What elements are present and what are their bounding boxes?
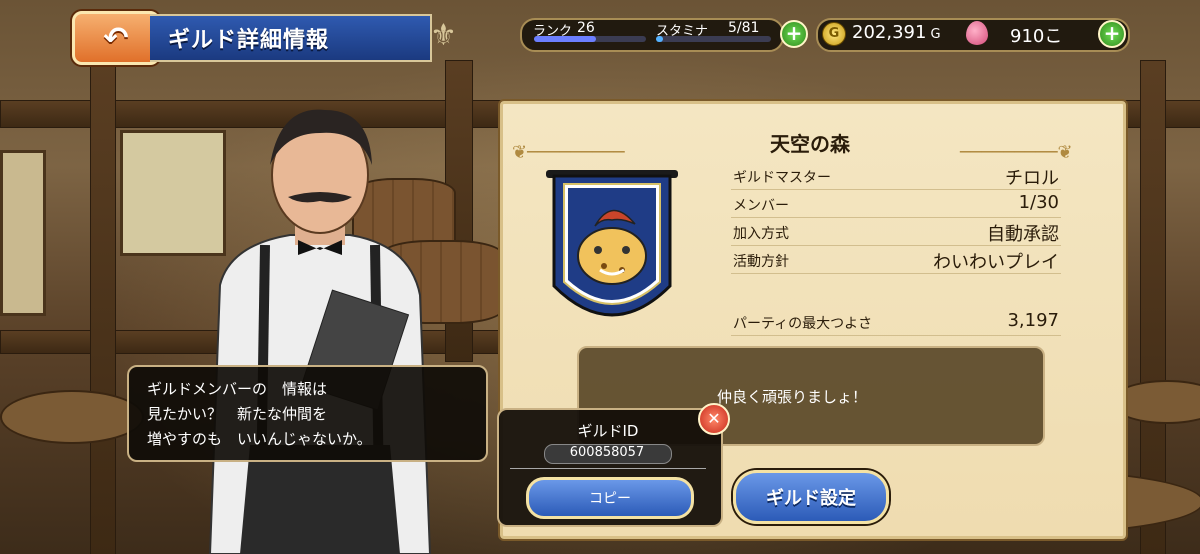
gem-icon (966, 21, 988, 45)
members-value: 1/30 (1018, 192, 1059, 213)
join-method-label: 加入方式 (733, 226, 789, 242)
guild-id-value: 600858057 (569, 445, 645, 460)
info-row-activity-policy: 活動方針 わいわいプレイ (731, 247, 1061, 274)
page-title: ギルド詳細情報 (168, 28, 330, 53)
copy-button-label: コピー (589, 491, 631, 507)
guild-settings-label: ギルド設定 (766, 488, 856, 509)
guild-master-label: ギルドマスター (733, 170, 831, 186)
gold-unit: G (930, 27, 941, 42)
join-method-value: 自動承認 (987, 224, 1059, 245)
party-strength-label: パーティの最大つよさ (733, 316, 873, 332)
stamina-progress-bar (656, 36, 771, 42)
add-stamina-button[interactable]: + (780, 20, 808, 48)
add-gems-button[interactable]: + (1098, 20, 1126, 48)
divider (510, 462, 706, 469)
guild-settings-button[interactable]: ギルド設定 (733, 470, 889, 524)
killer-panther-emblem (577, 227, 647, 285)
gold-value: 202,391 (852, 22, 927, 43)
gold-amount: 202,391 G (852, 22, 941, 43)
stamina-progress-fill (656, 36, 663, 42)
rank-progress-fill (534, 36, 596, 42)
info-row-members: メンバー 1/30 (731, 191, 1061, 218)
close-icon[interactable]: ✕ (698, 403, 730, 435)
wall-picture (0, 150, 46, 316)
tavern-table (0, 390, 144, 444)
title-ornament-icon: ⚜ (430, 18, 457, 53)
info-row-party-strength: パーティの最大つよさ 3,197 (731, 309, 1061, 336)
u-turn-arrow-icon: ↶ (103, 20, 129, 56)
guild-npc-character (208, 109, 432, 554)
gold-coin-icon: G (822, 22, 846, 46)
dialogue-line: 見たかい？ 新たな仲間を (147, 405, 328, 423)
flourish-left-icon: ❦───────── (512, 142, 625, 163)
guild-emblem-banner (546, 170, 678, 317)
guild-message: 仲良く頑張りましょ！ (717, 388, 868, 406)
guild-master-value: チロル (1005, 168, 1059, 189)
stamina-value: 5/81 (728, 20, 760, 36)
party-strength-value: 3,197 (1007, 310, 1059, 331)
gem-value: 910こ (1010, 26, 1063, 47)
dialogue-line: 増やすのも いいんじゃないか。 (147, 430, 372, 448)
rank-progress-bar (534, 36, 646, 42)
flourish-right-icon: ─────────❦ (960, 142, 1073, 163)
copy-button[interactable]: コピー (526, 477, 694, 519)
info-row-join-method: 加入方式 自動承認 (731, 219, 1061, 246)
dialogue-line: ギルドメンバーの 情報は (147, 380, 328, 398)
guild-id-title: ギルドID (577, 422, 639, 440)
rank-value: 26 (577, 20, 595, 36)
members-label: メンバー (733, 198, 789, 214)
activity-policy-value: わいわいプレイ (933, 252, 1059, 273)
activity-policy-label: 活動方針 (733, 254, 789, 270)
page-title-bar: ギルド詳細情報 (150, 14, 432, 62)
info-row-guild-master: ギルドマスター チロル (731, 163, 1061, 190)
wood-post (90, 60, 116, 554)
back-button[interactable]: ↶ (72, 11, 160, 65)
